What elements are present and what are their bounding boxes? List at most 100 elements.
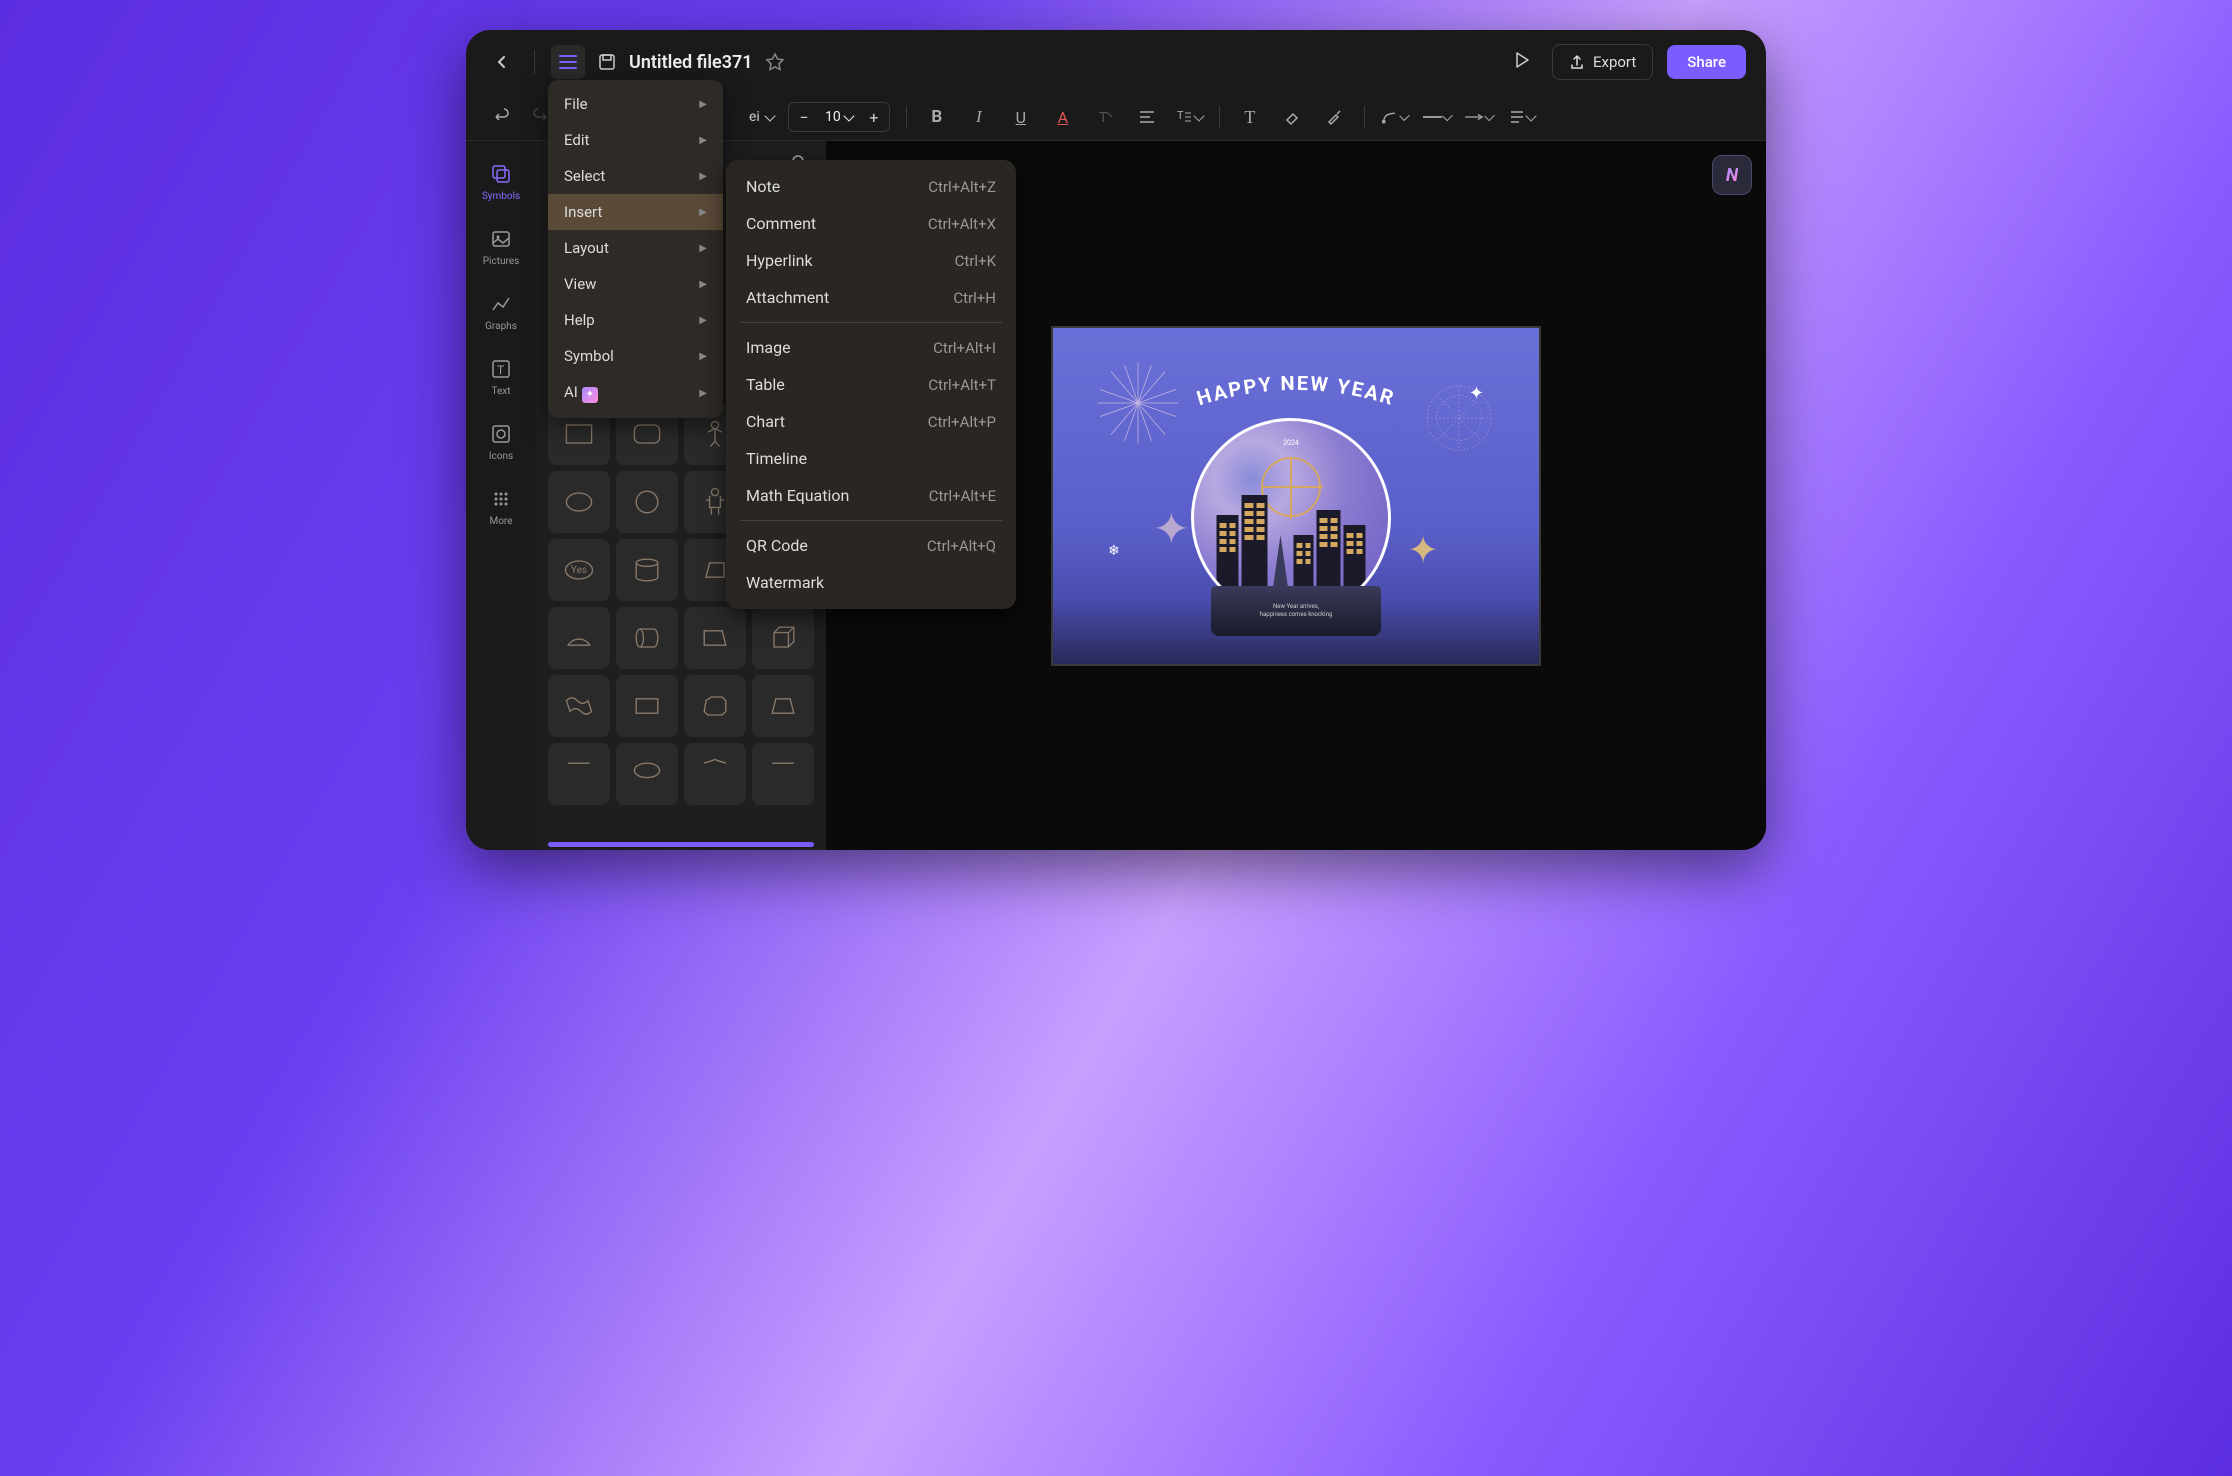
divider bbox=[534, 50, 535, 74]
svg-text:T: T bbox=[1177, 109, 1184, 122]
arrow-style-button[interactable] bbox=[1465, 103, 1493, 131]
sidebar-item-text[interactable]: T Text bbox=[472, 348, 530, 405]
shape-hexagon[interactable] bbox=[684, 675, 746, 737]
sidebar-item-symbols[interactable]: Symbols bbox=[472, 153, 530, 210]
submenu-item-qr-code[interactable]: QR CodeCtrl+Alt+Q bbox=[726, 527, 1016, 564]
chevron-down-icon bbox=[1525, 110, 1536, 121]
menu-item-help[interactable]: Help▶ bbox=[548, 302, 723, 338]
shortcut-label: Ctrl+K bbox=[955, 252, 996, 270]
shortcut-label: Ctrl+Alt+I bbox=[933, 339, 996, 357]
star-decoration: ✦ bbox=[1407, 528, 1439, 573]
yes-label: Yes bbox=[571, 565, 587, 576]
export-icon bbox=[1569, 54, 1585, 70]
back-button[interactable] bbox=[486, 46, 518, 78]
text-tool-button[interactable]: T bbox=[1236, 103, 1264, 131]
share-button[interactable]: Share bbox=[1667, 45, 1746, 79]
font-color-button[interactable]: A bbox=[1049, 103, 1077, 131]
menu-item-insert[interactable]: Insert▶ bbox=[548, 194, 723, 230]
submenu-item-timeline[interactable]: Timeline bbox=[726, 440, 1016, 477]
sidebar-item-graphs[interactable]: Graphs bbox=[472, 283, 530, 340]
submenu-item-attachment[interactable]: AttachmentCtrl+H bbox=[726, 279, 1016, 316]
submenu-item-hyperlink[interactable]: HyperlinkCtrl+K bbox=[726, 242, 1016, 279]
main-menu-dropdown: File▶Edit▶Select▶Insert▶Layout▶View▶Help… bbox=[548, 80, 723, 418]
main-menu-button[interactable] bbox=[551, 45, 585, 79]
card-heading: HAPPY NEW YEAR bbox=[1166, 376, 1426, 422]
snow-globe: 2024 New Year arrives, bbox=[1191, 418, 1401, 628]
align-button[interactable] bbox=[1133, 103, 1161, 131]
shape-partial-4[interactable] bbox=[752, 743, 814, 805]
eyedropper-button[interactable] bbox=[1320, 103, 1348, 131]
greeting-card[interactable]: ✦ ❄ ✦ ✦ HAPPY NEW YEAR 2024 bbox=[1051, 326, 1541, 666]
eraser-button[interactable] bbox=[1278, 103, 1306, 131]
menu-item-symbol[interactable]: Symbol▶ bbox=[548, 338, 723, 374]
filename[interactable]: Untitled file371 bbox=[629, 52, 753, 73]
menu-item-edit[interactable]: Edit▶ bbox=[548, 122, 723, 158]
submenu-item-image[interactable]: ImageCtrl+Alt+I bbox=[726, 329, 1016, 366]
sidebar-item-icons[interactable]: Icons bbox=[472, 413, 530, 470]
chevron-right-icon: ▶ bbox=[699, 388, 707, 399]
line-spacing-button[interactable]: T bbox=[1175, 103, 1203, 131]
chevron-down-icon bbox=[1442, 110, 1453, 121]
export-label: Export bbox=[1593, 53, 1636, 71]
base-text-2: happiness comes knocking bbox=[1260, 611, 1333, 619]
shape-segment[interactable] bbox=[548, 607, 610, 669]
favorite-button[interactable] bbox=[765, 52, 785, 72]
sidebar-item-label: Graphs bbox=[485, 321, 517, 332]
sidebar-item-label: Text bbox=[491, 386, 510, 397]
panel-scrollbar[interactable] bbox=[548, 842, 814, 847]
shape-trapezoid-2[interactable] bbox=[684, 607, 746, 669]
shape-cube[interactable] bbox=[752, 607, 814, 669]
year-label: 2024 bbox=[1283, 439, 1299, 447]
ai-assistant-button[interactable]: N bbox=[1712, 155, 1752, 195]
submenu-item-note[interactable]: NoteCtrl+Alt+Z bbox=[726, 168, 1016, 205]
play-button[interactable] bbox=[1506, 44, 1538, 80]
increase-size-button[interactable]: + bbox=[859, 103, 889, 131]
submenu-item-chart[interactable]: ChartCtrl+Alt+P bbox=[726, 403, 1016, 440]
symbols-icon bbox=[488, 161, 514, 187]
italic-button[interactable]: I bbox=[965, 103, 993, 131]
svg-text:HAPPY NEW YEAR: HAPPY NEW YEAR bbox=[1194, 376, 1398, 410]
shape-cylinder-h[interactable] bbox=[616, 607, 678, 669]
titlebar-right: Export Share bbox=[1506, 44, 1746, 80]
export-button[interactable]: Export bbox=[1552, 44, 1653, 80]
shape-yes-bubble[interactable]: Yes bbox=[548, 539, 610, 601]
submenu-item-comment[interactable]: CommentCtrl+Alt+X bbox=[726, 205, 1016, 242]
shape-rect-2[interactable] bbox=[616, 675, 678, 737]
submenu-item-table[interactable]: TableCtrl+Alt+T bbox=[726, 366, 1016, 403]
shortcut-label: Ctrl+Alt+P bbox=[928, 413, 996, 431]
separator bbox=[906, 106, 907, 128]
shape-cylinder[interactable] bbox=[616, 539, 678, 601]
menu-item-view[interactable]: View▶ bbox=[548, 266, 723, 302]
sparkle-decoration: ❄ bbox=[1108, 543, 1120, 559]
chevron-right-icon: ▶ bbox=[699, 207, 707, 218]
decrease-size-button[interactable]: − bbox=[789, 103, 819, 131]
underline-button[interactable]: U bbox=[1007, 103, 1035, 131]
undo-button[interactable] bbox=[486, 103, 514, 131]
menu-item-select[interactable]: Select▶ bbox=[548, 158, 723, 194]
submenu-item-math-equation[interactable]: Math EquationCtrl+Alt+E bbox=[726, 477, 1016, 514]
font-family-select[interactable]: ei bbox=[749, 109, 774, 125]
shape-circle[interactable] bbox=[616, 471, 678, 533]
shape-ellipse[interactable] bbox=[548, 471, 610, 533]
sidebar-item-more[interactable]: More bbox=[472, 478, 530, 535]
shape-partial-2[interactable] bbox=[616, 743, 678, 805]
chevron-right-icon: ▶ bbox=[699, 243, 707, 254]
shape-partial-3[interactable] bbox=[684, 743, 746, 805]
line-style-button[interactable] bbox=[1423, 103, 1451, 131]
shape-trapezoid-3[interactable] bbox=[752, 675, 814, 737]
bold-button[interactable]: B bbox=[923, 103, 951, 131]
save-button[interactable] bbox=[597, 52, 617, 72]
font-size-value[interactable]: 10 bbox=[819, 109, 859, 125]
pictures-icon bbox=[488, 226, 514, 252]
shape-partial-1[interactable] bbox=[548, 743, 610, 805]
submenu-item-watermark[interactable]: Watermark bbox=[726, 564, 1016, 601]
menu-item-file[interactable]: File▶ bbox=[548, 86, 723, 122]
connector-button[interactable] bbox=[1381, 103, 1409, 131]
clear-format-button[interactable]: T bbox=[1091, 103, 1119, 131]
ai-icon: N bbox=[1726, 165, 1738, 186]
menu-item-ai[interactable]: AI✦▶ bbox=[548, 374, 723, 412]
list-style-button[interactable] bbox=[1507, 103, 1535, 131]
sidebar-item-pictures[interactable]: Pictures bbox=[472, 218, 530, 275]
menu-item-layout[interactable]: Layout▶ bbox=[548, 230, 723, 266]
shape-wave[interactable] bbox=[548, 675, 610, 737]
